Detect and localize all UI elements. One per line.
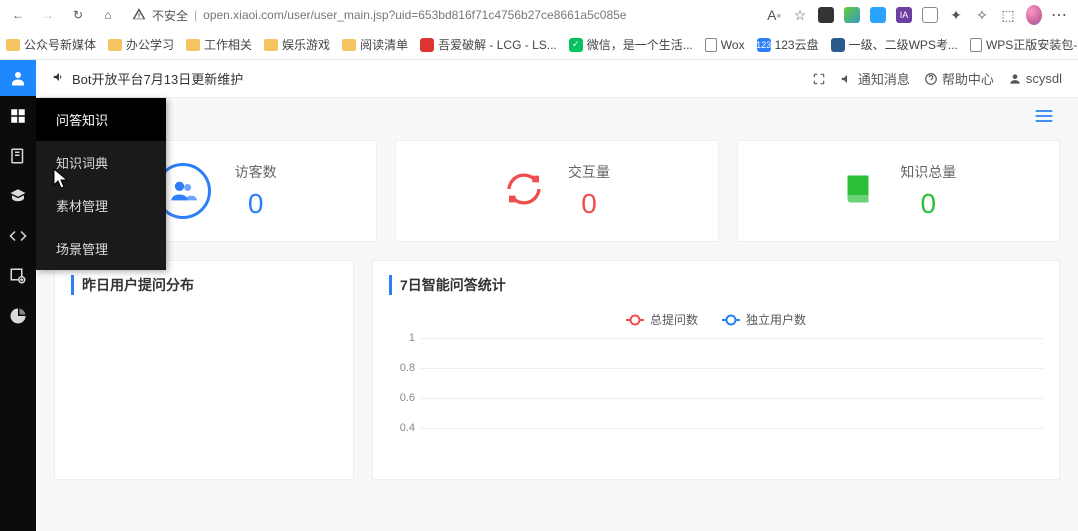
flyout-item-materials[interactable]: 素材管理 xyxy=(36,184,166,227)
interactions-label: 交互量 xyxy=(568,162,610,182)
bookmark-folder[interactable]: 公众号新媒体 xyxy=(6,36,96,53)
bookmark-item[interactable]: 一级、二级WPS考... xyxy=(831,36,958,53)
bookmark-item[interactable]: 吾爱破解 - LCG - LS... xyxy=(420,36,557,53)
line-chart: 1 0.8 0.6 0.4 xyxy=(421,338,1043,458)
collections-icon[interactable]: ✧ xyxy=(974,7,990,23)
home-button[interactable]: ⌂ xyxy=(96,3,120,27)
y-tick: 1 xyxy=(409,332,415,344)
legend-total-questions[interactable]: 总提问数 xyxy=(626,311,698,328)
url-text: open.xiaoi.com/user/user_main.jsp?uid=65… xyxy=(203,8,626,22)
panel-toggle-button[interactable] xyxy=(1034,108,1054,129)
sidebar-flyout: 问答知识 知识词典 素材管理 场景管理 xyxy=(36,98,166,270)
stat-card-interactions: 交互量 0 xyxy=(395,140,718,242)
bookmark-item[interactable]: ✓微信，是一个生活... xyxy=(569,36,693,53)
sidebar-item-analytics[interactable] xyxy=(0,296,36,336)
panels-row: 昨日用户提问分布 7日智能问答统计 总提问数 独立用户数 1 0.8 0.6 0… xyxy=(54,260,1060,480)
sidebar-item-knowledge[interactable] xyxy=(0,136,36,176)
notifications-button[interactable]: 通知消息 xyxy=(840,69,910,88)
visitors-value: 0 xyxy=(235,188,277,220)
forward-button[interactable]: → xyxy=(36,3,60,27)
fullscreen-button[interactable] xyxy=(812,72,826,86)
help-button[interactable]: 帮助中心 xyxy=(924,69,994,88)
bookmark-folder[interactable]: 办公学习 xyxy=(108,36,174,53)
y-tick: 0.8 xyxy=(400,362,415,374)
knowledge-icon xyxy=(840,171,876,212)
extension-icon-4[interactable]: IA xyxy=(896,7,912,23)
sidebar-item-dashboard[interactable] xyxy=(0,96,36,136)
browser-toolbar: ← → ↻ ⌂ 不安全 | open.xiaoi.com/user/user_m… xyxy=(0,0,1078,30)
bookmark-folder[interactable]: 工作相关 xyxy=(186,36,252,53)
extension-icon-1[interactable] xyxy=(818,7,834,23)
sidebar-item-code[interactable] xyxy=(0,216,36,256)
app-sidebar xyxy=(0,60,36,531)
interactions-value: 0 xyxy=(568,188,610,220)
panel-yesterday-questions: 昨日用户提问分布 xyxy=(54,260,354,480)
interactions-icon xyxy=(504,169,544,214)
extensions-area: A» ☆ IA ✦ ✧ ⬚ ⋯ xyxy=(766,7,1072,23)
announcement: Bot开放平台7月13日更新维护 xyxy=(52,69,243,88)
bookmark-folder[interactable]: 阅读清单 xyxy=(342,36,408,53)
address-bar[interactable]: 不安全 | open.xiaoi.com/user/user_main.jsp?… xyxy=(126,7,760,24)
flyout-item-scenes[interactable]: 场景管理 xyxy=(36,227,166,270)
user-menu[interactable]: scysdl xyxy=(1008,71,1062,86)
favorite-icon[interactable]: ☆ xyxy=(792,7,808,23)
topbar-actions: 通知消息 帮助中心 scysdl xyxy=(812,69,1062,88)
content-area: 访客数 0 交互量 0 xyxy=(36,98,1078,531)
flyout-item-qa-knowledge[interactable]: 问答知识 xyxy=(36,98,166,141)
extension-overflow-icon[interactable]: ⬚ xyxy=(1000,7,1016,23)
panel-title: 昨日用户提问分布 xyxy=(71,275,337,295)
back-button[interactable]: ← xyxy=(6,3,30,27)
app-root: 问答知识 知识词典 素材管理 场景管理 Bot开放平台7月13日更新维护 通 xyxy=(0,60,1078,531)
app-main: Bot开放平台7月13日更新维护 通知消息 帮助中心 scysdl xyxy=(36,60,1078,531)
stats-row: 访客数 0 交互量 0 xyxy=(54,140,1060,242)
read-aloud-icon[interactable]: A» xyxy=(766,7,782,23)
visitors-label: 访客数 xyxy=(235,162,277,182)
bookmark-item[interactable]: 123123云盘 xyxy=(757,36,819,53)
chart-legend: 总提问数 独立用户数 xyxy=(389,311,1043,328)
refresh-button[interactable]: ↻ xyxy=(66,3,90,27)
separator: | xyxy=(194,8,197,22)
menu-button[interactable]: ⋯ xyxy=(1052,7,1068,23)
legend-unique-users[interactable]: 独立用户数 xyxy=(722,311,806,328)
app-topbar: Bot开放平台7月13日更新维护 通知消息 帮助中心 scysdl xyxy=(36,60,1078,98)
megaphone-icon xyxy=(52,70,66,87)
knowledge-value: 0 xyxy=(900,188,956,220)
bookmarks-bar: 公众号新媒体 办公学习 工作相关 娱乐游戏 阅读清单 吾爱破解 - LCG - … xyxy=(0,30,1078,60)
announcement-text: Bot开放平台7月13日更新维护 xyxy=(72,69,243,88)
y-tick: 0.6 xyxy=(400,392,415,404)
security-label: 不安全 xyxy=(152,7,188,24)
sidebar-logo[interactable] xyxy=(0,60,36,96)
y-tick: 0.4 xyxy=(400,422,415,434)
stat-card-knowledge: 知识总量 0 xyxy=(737,140,1060,242)
warning-icon xyxy=(132,7,146,24)
panel-title: 7日智能问答统计 xyxy=(389,275,1043,295)
bookmark-folder[interactable]: 娱乐游戏 xyxy=(264,36,330,53)
bookmark-item[interactable]: Wox xyxy=(705,38,745,52)
profile-avatar[interactable] xyxy=(1026,7,1042,23)
flyout-item-dictionary[interactable]: 知识词典 xyxy=(36,141,166,184)
knowledge-label: 知识总量 xyxy=(900,162,956,182)
extension-icon-5[interactable] xyxy=(922,7,938,23)
bookmark-item[interactable]: WPS正版安装包-云... xyxy=(970,36,1078,53)
extension-icon-6[interactable]: ✦ xyxy=(948,7,964,23)
sidebar-item-settings[interactable] xyxy=(0,256,36,296)
sidebar-item-education[interactable] xyxy=(0,176,36,216)
panel-7day-stats: 7日智能问答统计 总提问数 独立用户数 1 0.8 0.6 0.4 xyxy=(372,260,1060,480)
extension-icon-3[interactable] xyxy=(870,7,886,23)
extension-icon-2[interactable] xyxy=(844,7,860,23)
